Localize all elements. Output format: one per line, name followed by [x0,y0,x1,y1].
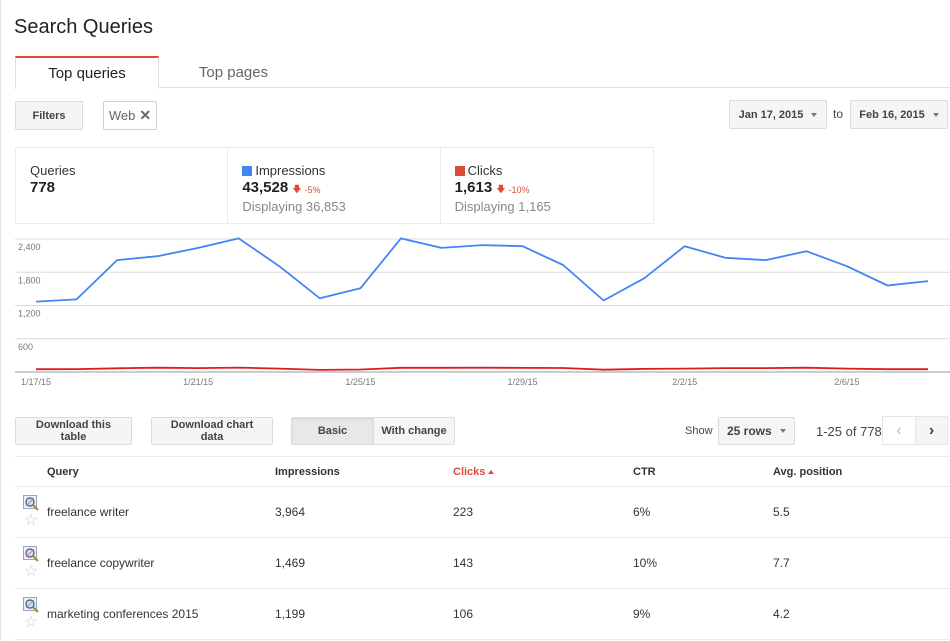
delta-value: -10% [508,185,530,195]
scorecard-displaying: Displaying 1,165 [454,199,551,214]
query-cell[interactable]: marketing conferences 2015 [47,607,275,621]
avg-position-cell: 7.7 [773,556,790,570]
view-toggle: Basic With change [291,417,455,445]
download-table-button[interactable]: Download this table [15,417,132,445]
show-rows-label: Show [685,425,713,437]
y-tick-label: 1,800 [18,275,41,285]
scorecard-value: 1,613 [454,179,493,196]
scorecards: Queries 778 Impressions 43,528 🡇 -5% Dis… [15,147,654,224]
ctr-cell: 9% [633,607,651,621]
y-tick-label: 1,200 [18,309,41,319]
arrow-down-icon: 🡇 [496,184,506,194]
clicks-cell: 223 [453,505,474,519]
date-to-separator: to [833,107,844,121]
avg-position-cell: 4.2 [773,607,790,621]
clicks-legend-swatch[interactable] [454,165,465,176]
scorecard-label: Clicks [467,163,503,178]
star-icon[interactable]: ☆ [24,564,38,580]
column-header-ctr[interactable]: CTR [633,466,773,478]
date-to-dropdown[interactable]: Feb 16, 2015 [850,100,948,129]
close-icon[interactable]: ✕ [139,107,151,124]
table-header: Query Impressions Clicks CTR Avg. positi… [15,456,950,487]
scorecard-delta: 🡇 -10% [496,182,529,198]
column-header-clicks-label: Clicks [453,465,486,478]
chevron-down-icon [780,429,786,433]
impressions-cell: 1,469 [275,556,306,570]
chevron-down-icon [932,112,939,117]
tab-top-pages[interactable]: Top pages [161,56,306,88]
page-title: Search Queries [14,16,153,38]
tab-top-queries[interactable]: Top queries [15,56,159,89]
scorecard-queries: Queries 778 [16,148,229,223]
clicks-cell: 106 [453,607,474,621]
filter-chip-web: Web ✕ [103,101,157,130]
avg-position-cell: 5.5 [773,505,790,519]
clicks-cell: 143 [453,556,474,570]
filters-button[interactable]: Filters [15,101,83,130]
impressions-cell: 3,964 [275,505,306,519]
pagination-range: 1-25 of 778 [816,424,882,439]
y-tick-label: 2,400 [18,242,41,252]
x-tick-label: 2/6/15 [834,377,859,387]
scorecard-displaying: Displaying 36,853 [242,199,346,214]
chevron-left-icon[interactable]: ‹ [882,416,915,445]
chevron-right-icon[interactable]: › [915,416,948,445]
search-preview-icon[interactable] [23,597,39,613]
date-from-dropdown[interactable]: Jan 17, 2015 [729,100,827,129]
query-cell[interactable]: freelance copywriter [47,556,275,570]
search-preview-icon[interactable] [23,495,39,511]
x-tick-label: 1/29/15 [508,377,538,387]
table-row: ☆ freelance writer 3,964 223 6% 5.5 [15,487,950,538]
series-line-impressions [35,237,929,303]
scorecard-value: 43,528 [242,179,289,196]
column-header-clicks[interactable]: Clicks [453,466,633,478]
y-tick-label: 600 [18,342,33,352]
impressions-legend-swatch[interactable] [242,165,253,176]
x-tick-label: 1/25/15 [345,377,375,387]
scorecard-delta: 🡇 -5% [292,182,320,198]
view-basic-button[interactable]: Basic [292,418,374,444]
scorecard-clicks[interactable]: Clicks 1,613 🡇 -10% Displaying 1,165 [441,148,653,223]
search-preview-icon[interactable] [23,546,39,562]
date-to-label: Feb 16, 2015 [859,108,925,121]
filter-chip-label: Web [108,108,136,123]
date-from-label: Jan 17, 2015 [738,108,804,121]
ctr-cell: 6% [633,505,651,519]
query-cell[interactable]: freelance writer [47,505,275,519]
x-tick-label: 1/17/15 [21,377,51,387]
scorecard-label: Queries [30,163,76,178]
x-tick-label: 1/21/15 [183,377,213,387]
arrow-down-icon: 🡇 [292,184,302,194]
scorecard-impressions[interactable]: Impressions 43,528 🡇 -5% Displaying 36,8… [228,148,441,223]
queries-table: Query Impressions Clicks CTR Avg. positi… [15,456,950,640]
column-header-query[interactable]: Query [47,466,275,478]
chevron-down-icon [811,112,818,117]
x-tick-label: 2/2/15 [672,377,697,387]
scorecard-label: Impressions [255,163,326,178]
rows-per-page-value: 25 rows [727,424,772,438]
star-icon[interactable]: ☆ [24,513,38,529]
table-row: ☆ freelance copywriter 1,469 143 10% 7.7 [15,538,950,589]
view-with-change-button[interactable]: With change [374,418,454,444]
star-icon[interactable]: ☆ [24,615,38,631]
pagination: ‹ › [882,416,948,445]
impressions-cell: 1,199 [275,607,306,621]
performance-chart[interactable]: 600 1,200 1,800 2,400 1/17/15 1/21/15 1/25/15 1… [1,228,950,393]
ctr-cell: 10% [633,556,658,570]
download-chart-data-button[interactable]: Download chart data [151,417,273,445]
delta-value: -5% [304,185,321,195]
sort-ascending-icon [488,469,495,474]
table-row: ☆ marketing conferences 2015 1,199 106 9… [15,589,950,640]
column-header-avg-position[interactable]: Avg. position [773,466,950,478]
column-header-impressions[interactable]: Impressions [275,466,453,478]
scorecard-value: 778 [30,179,56,196]
rows-per-page-select[interactable]: 25 rows [718,417,795,445]
